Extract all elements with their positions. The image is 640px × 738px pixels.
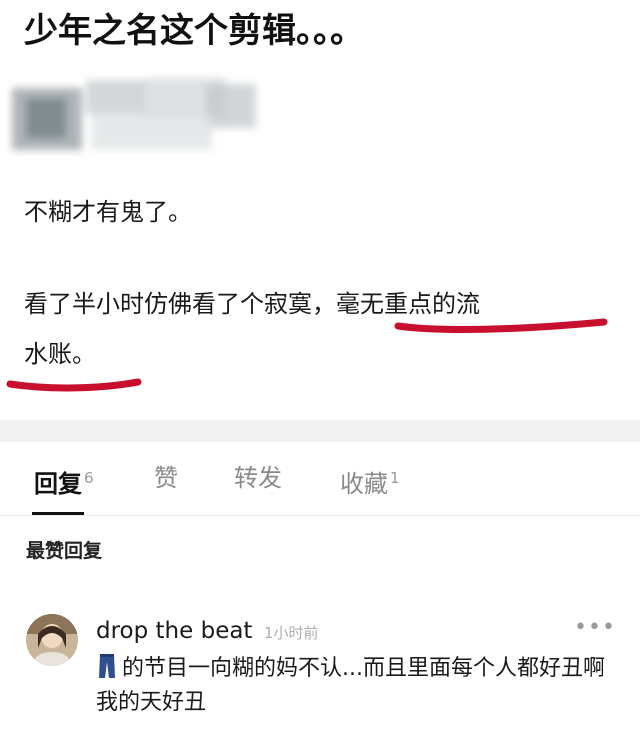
blurred-author-image [12,78,256,150]
tab-favorites-count: 1 [390,469,400,487]
active-tab-indicator [32,512,84,515]
reply-username[interactable]: drop the beat [96,614,252,648]
tab-reposts[interactable]: 转发 [234,458,282,498]
underline-mark-2 [6,378,142,392]
post-title: 少年之名这个剪辑。。。 [24,11,364,51]
post-page: 少年之名这个剪辑。。。 不糊才有鬼了。 看了半小时仿佛看了个寂寞，毫无重点的流 … [0,0,640,738]
reply-text: 的节目一向糊的妈不认...而且里面每个人都好丑啊我的天好丑 [96,652,616,720]
post-paragraph-1: 不糊才有鬼了。 [24,198,192,226]
top-replies-heading: 最赞回复 [26,540,103,562]
interaction-tabs: 回复 6 赞 转发 收藏 1 [0,442,640,516]
tab-favorites[interactable]: 收藏 1 [340,458,400,504]
jeans-icon [99,654,115,678]
tab-replies[interactable]: 回复 6 [34,458,94,504]
tab-likes[interactable]: 赞 [154,458,178,498]
more-options-icon[interactable]: ••• [574,616,615,640]
reply-timestamp: 1小时前 [264,624,319,642]
tab-favorites-label: 收藏 [340,470,388,498]
reply-text-body: 的节目一向糊的妈不认...而且里面每个人都好丑啊我的天好丑 [96,656,605,715]
avatar[interactable] [26,614,78,666]
post-paragraph-2-line-1: 看了半小时仿佛看了个寂寞，毫无重点的流 [24,290,480,318]
tab-replies-count: 6 [84,469,94,487]
tab-likes-label: 赞 [154,464,178,492]
tab-replies-label: 回复 [34,470,82,498]
post-paragraph-2-line-2: 水账。 [24,340,96,368]
section-separator [0,420,640,442]
tab-reposts-label: 转发 [234,464,282,492]
